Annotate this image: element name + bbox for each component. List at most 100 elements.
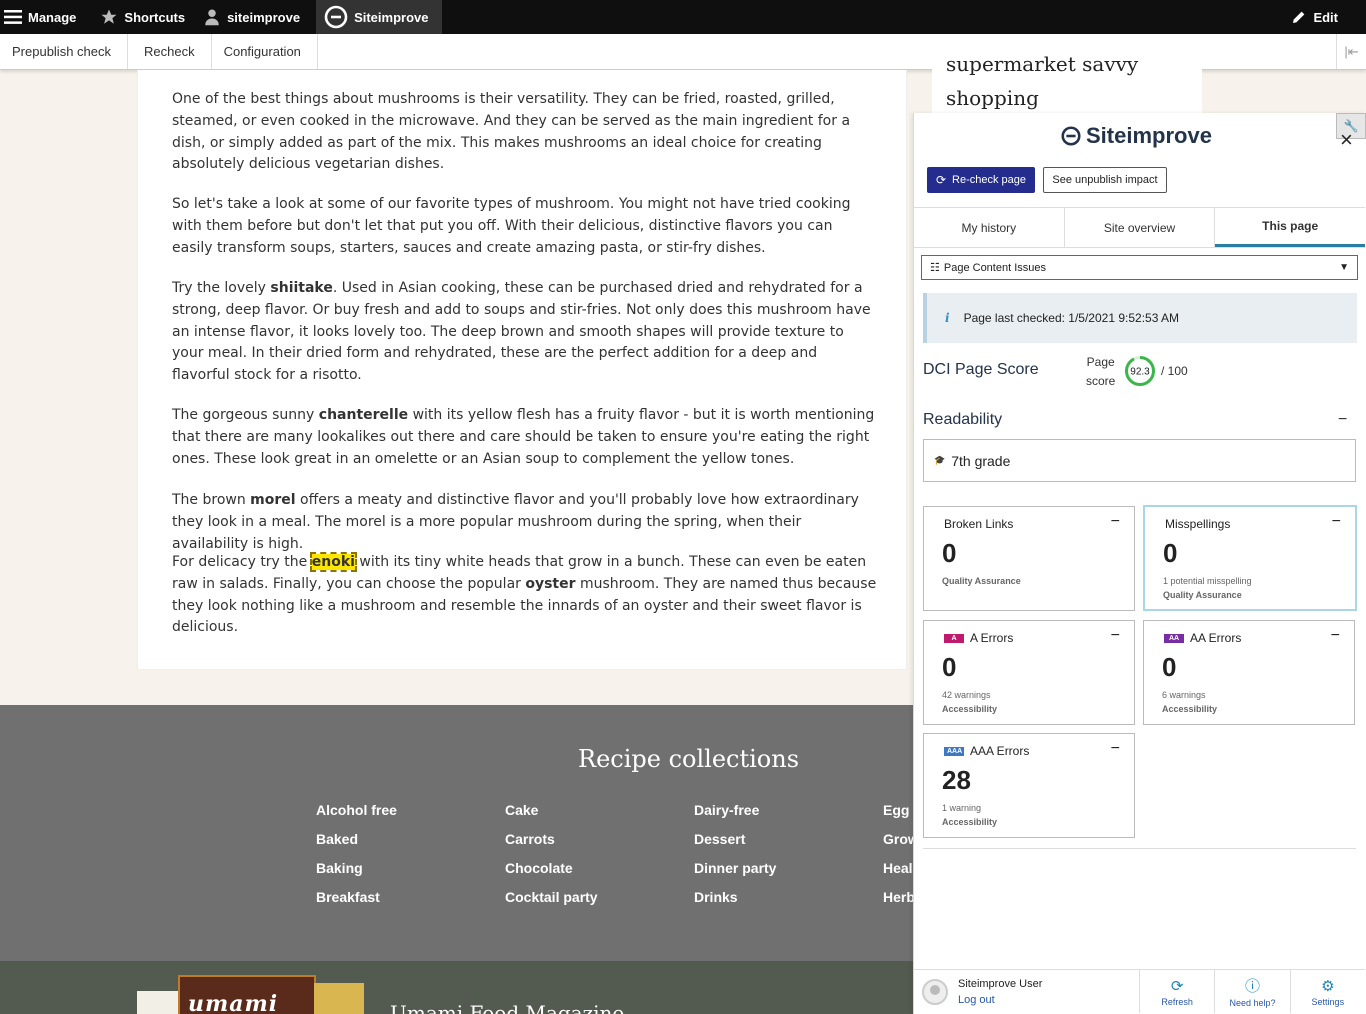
collapse-icon[interactable]: − xyxy=(1111,740,1120,758)
sidebar-teaser[interactable]: supermarket savvy shopping xyxy=(932,50,1202,114)
siteimprove-logo-icon xyxy=(1061,126,1081,146)
manage-label: Manage xyxy=(28,9,77,25)
category-link[interactable]: Carrots xyxy=(505,831,598,860)
category-column: Alcohol free Baked Baking Breakfast xyxy=(316,802,397,918)
user-icon xyxy=(205,9,219,26)
card-detail: 6 warnings xyxy=(1162,690,1206,700)
shortcuts-label: Shortcuts xyxy=(124,9,186,25)
gear-icon: ⚙ xyxy=(1321,977,1335,995)
logout-link[interactable]: Log out xyxy=(958,994,1042,1006)
card-count: 0 xyxy=(1163,538,1178,568)
tab-this-page[interactable]: This page xyxy=(1215,208,1366,247)
paragraph: For delicacy try the enoki with its tiny… xyxy=(172,552,877,639)
category-link[interactable]: Alcohol free xyxy=(316,802,397,831)
category-link[interactable]: Dessert xyxy=(694,831,776,860)
collapse-icon[interactable]: − xyxy=(1332,513,1341,531)
close-icon[interactable]: × xyxy=(1340,127,1353,153)
user-menu[interactable]: siteimprove xyxy=(199,0,312,34)
manage-menu[interactable]: Manage xyxy=(0,0,88,34)
card-title: AAA AAA Errors xyxy=(944,744,1029,758)
last-checked-text: Page last checked: 1/5/2021 9:52:53 AM xyxy=(963,311,1180,325)
panel-tabs: My history Site overview This page xyxy=(914,207,1366,248)
card-detail: 1 potential misspelling xyxy=(1163,576,1252,586)
magazine-cover[interactable]: umami xyxy=(178,975,316,1014)
category-link[interactable]: Baked xyxy=(316,831,397,860)
teaser-title-line2: shopping xyxy=(946,86,1039,110)
collapse-readability-icon[interactable]: − xyxy=(1338,411,1347,429)
page-score-label-line2: score xyxy=(1086,374,1116,388)
readability-grade: 🎓 7th grade xyxy=(923,439,1356,482)
paragraph-text: So let's take a look at some of our favo… xyxy=(172,196,851,256)
edit-button[interactable]: Edit xyxy=(1287,0,1366,34)
siteimprove-tab[interactable]: Siteimprove xyxy=(316,0,443,34)
category-link[interactable]: Baking xyxy=(316,860,397,889)
last-checked-banner: i Page last checked: 1/5/2021 9:52:53 AM xyxy=(923,293,1357,343)
card-title: AA AA Errors xyxy=(1164,631,1241,645)
refresh-label: Refresh xyxy=(1161,996,1193,1007)
aaa-errors-card[interactable]: AAA AAA Errors − 28 1 warning Accessibili… xyxy=(923,733,1135,838)
a-errors-card[interactable]: A A Errors − 0 42 warnings Accessibility xyxy=(923,620,1135,725)
card-category: Accessibility xyxy=(942,817,998,827)
paragraph: So let's take a look at some of our favo… xyxy=(172,194,877,259)
score-gauge: 92.3 xyxy=(1124,355,1156,392)
aa-errors-card[interactable]: AA AA Errors − 0 6 warnings Accessibility xyxy=(1143,620,1355,725)
collapse-icon[interactable]: − xyxy=(1331,627,1340,645)
user-name: Siteimprove User xyxy=(958,977,1043,990)
collapse-icon[interactable]: − xyxy=(1111,513,1120,531)
recheck-tab[interactable]: Recheck xyxy=(128,34,212,69)
tab-my-history[interactable]: My history xyxy=(914,208,1065,247)
help-button[interactable]: ⓘ Need help? xyxy=(1215,970,1291,1013)
highlighted-misspelling[interactable]: enoki xyxy=(309,552,357,572)
card-category: Accessibility xyxy=(942,704,998,714)
card-detail: 1 warning xyxy=(942,803,982,813)
category-link[interactable]: Drinks xyxy=(694,889,776,918)
paragraph: Try the lovely shiitake. Used in Asian c… xyxy=(172,278,877,387)
help-label: Need help? xyxy=(1229,998,1276,1008)
magazine-title: Umami Food Magazine xyxy=(390,1001,625,1014)
score-value: 92.3 xyxy=(1130,367,1150,378)
refresh-button[interactable]: ⟳ Refresh xyxy=(1140,970,1216,1013)
hamburger-icon xyxy=(4,10,22,24)
panel-footer: Siteimprove User Log out ⟳ Refresh ⓘ Nee… xyxy=(914,969,1365,1013)
magazine-cover-right xyxy=(314,983,364,1014)
category-link[interactable]: Breakfast xyxy=(316,889,397,918)
admin-toolbar: Manage Shortcuts siteimprove Siteimprove… xyxy=(0,0,1366,34)
page-score-label-line1: Page xyxy=(1086,355,1115,369)
category-link[interactable]: Dinner party xyxy=(694,860,776,889)
score-max: / 100 xyxy=(1161,364,1188,378)
card-title-text: AA Errors xyxy=(1190,631,1242,645)
footer-title: Recipe collections xyxy=(578,745,800,773)
unpublish-impact-button[interactable]: See unpublish impact xyxy=(1043,167,1167,193)
card-title: Misspellings xyxy=(1165,517,1231,531)
misspellings-card[interactable]: Misspellings − 0 1 potential misspelling… xyxy=(1143,505,1357,611)
recheck-page-button[interactable]: ⟳ Re-check page xyxy=(927,167,1035,193)
recheck-page-label: Re-check page xyxy=(952,174,1027,186)
article-body: One of the best things about mushrooms i… xyxy=(137,70,907,670)
category-link[interactable]: Cocktail party xyxy=(505,889,598,918)
category-column: Dairy-free Dessert Dinner party Drinks xyxy=(694,802,776,918)
card-category: Quality Assurance xyxy=(942,576,1021,586)
broken-links-card[interactable]: Broken Links − 0 Quality Assurance xyxy=(923,506,1135,611)
level-a-badge: A xyxy=(944,633,964,643)
category-link[interactable]: Chocolate xyxy=(505,860,598,889)
category-link[interactable]: Cake xyxy=(505,802,598,831)
siteimprove-logo-icon xyxy=(324,5,348,29)
star-icon xyxy=(101,9,117,24)
card-count: 0 xyxy=(942,652,957,682)
collapse-icon[interactable]: − xyxy=(1111,627,1120,645)
shortcuts-menu[interactable]: Shortcuts xyxy=(96,0,197,34)
prepublish-check-tab[interactable]: Prepublish check xyxy=(0,34,128,69)
graduation-cap-icon: 🎓 xyxy=(934,455,946,465)
siteimprove-label: Siteimprove xyxy=(354,9,429,25)
magazine-cover-left xyxy=(137,991,182,1014)
page-score-label: Page score xyxy=(1086,353,1115,391)
settings-button[interactable]: ⚙ Settings xyxy=(1291,970,1365,1013)
tab-site-overview[interactable]: Site overview xyxy=(1065,208,1216,247)
toolbar-orientation-toggle[interactable]: |⇤ xyxy=(1336,34,1366,69)
magazine-logo: umami xyxy=(188,991,279,1014)
mushroom-name: oyster xyxy=(525,575,576,592)
issues-select[interactable]: ☷ Page Content Issues ▼ xyxy=(921,255,1358,280)
edit-label: Edit xyxy=(1313,9,1338,25)
category-link[interactable]: Dairy-free xyxy=(694,802,776,831)
configuration-tab[interactable]: Configuration xyxy=(212,34,318,69)
